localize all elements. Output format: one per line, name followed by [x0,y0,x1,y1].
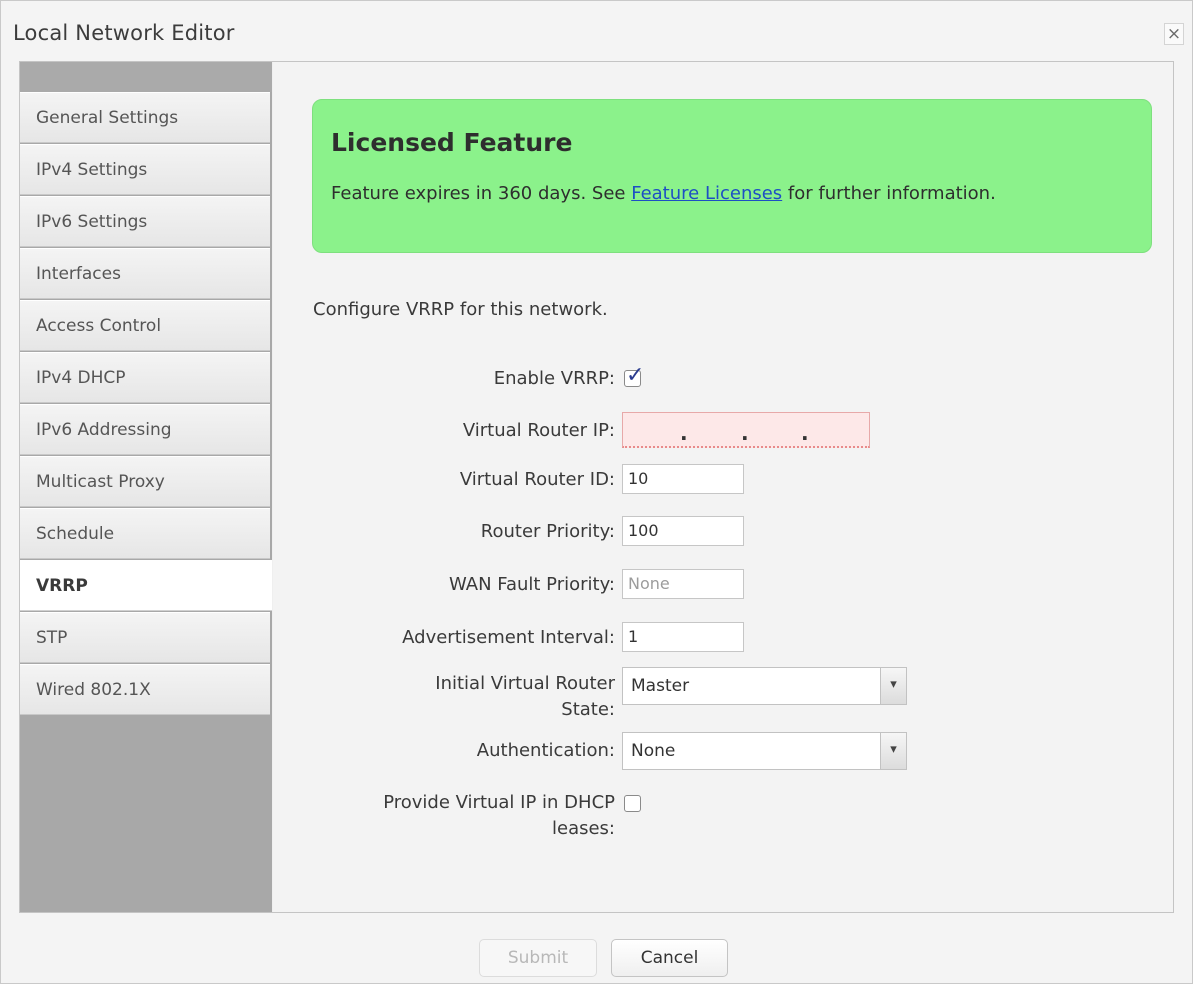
sidebar: General Settings IPv4 Settings IPv6 Sett… [20,62,272,912]
license-title: Licensed Feature [331,128,573,157]
sidebar-item-ipv6-settings[interactable]: IPv6 Settings [20,196,270,247]
ip-separator: . [741,421,749,445]
intro-text: Configure VRRP for this network. [313,299,608,320]
license-text: Feature expires in 360 days. See Feature… [331,180,1121,208]
close-icon[interactable]: × [1164,23,1184,45]
initial-state-label: Initial Virtual Router State: [435,671,615,723]
dialog-titlebar: Local Network Editor × [1,1,1192,61]
initial-state-label-line2: State: [561,699,615,720]
dialog-footer: Submit Cancel [1,915,1192,985]
authentication-label: Authentication: [476,740,615,761]
license-text-after: for further information. [782,183,996,204]
chevron-down-icon: ▾ [880,733,906,769]
submit-button[interactable]: Submit [479,939,597,977]
sidebar-header [20,62,272,92]
feature-licenses-link[interactable]: Feature Licenses [631,183,782,204]
ip-separator: . [680,421,688,445]
dialog-title: Local Network Editor [13,21,235,45]
sidebar-item-ipv6-addressing[interactable]: IPv6 Addressing [20,404,270,455]
virtual-router-id-input[interactable]: 10 [622,464,744,494]
ip-separator: . [801,421,809,445]
enable-vrrp-checkbox[interactable]: ✓ [624,363,644,388]
cancel-button[interactable]: Cancel [611,939,728,977]
checkmark-icon: ✓ [626,363,645,388]
local-network-editor-dialog: Local Network Editor × General Settings … [0,0,1193,984]
virtual-router-id-label: Virtual Router ID: [459,469,615,490]
authentication-value: None [631,741,676,761]
router-priority-label: Router Priority: [480,521,615,542]
license-text-before: Feature expires in 360 days. See [331,183,632,204]
dialog-body: General Settings IPv4 Settings IPv6 Sett… [19,61,1174,913]
advertisement-interval-input[interactable]: 1 [622,622,744,652]
provide-virtual-ip-label-line2: leases: [552,818,615,839]
sidebar-item-interfaces[interactable]: Interfaces [20,248,270,299]
vrrp-panel: Licensed Feature Feature expires in 360 … [273,62,1173,912]
wan-fault-priority-label: WAN Fault Priority: [448,574,615,595]
virtual-router-ip-input[interactable]: . . . [622,412,870,448]
virtual-router-ip-label: Virtual Router IP: [462,420,615,441]
sidebar-item-access-control[interactable]: Access Control [20,300,270,351]
provide-virtual-ip-checkbox[interactable] [624,795,641,812]
sidebar-item-wired-8021x[interactable]: Wired 802.1X [20,664,270,715]
sidebar-item-stp[interactable]: STP [20,612,270,663]
advertisement-interval-label: Advertisement Interval: [402,627,615,648]
sidebar-item-general-settings[interactable]: General Settings [20,92,270,143]
initial-state-value: Master [631,676,690,696]
router-priority-input[interactable]: 100 [622,516,744,546]
initial-state-select[interactable]: Master ▾ [622,667,907,705]
provide-virtual-ip-label: Provide Virtual IP in DHCP leases: [383,790,615,842]
wan-fault-priority-input[interactable]: None [622,569,744,599]
enable-vrrp-label: Enable VRRP: [493,368,615,389]
sidebar-item-ipv4-settings[interactable]: IPv4 Settings [20,144,270,195]
sidebar-item-schedule[interactable]: Schedule [20,508,270,559]
licensed-feature-banner: Licensed Feature Feature expires in 360 … [312,99,1152,253]
sidebar-item-vrrp[interactable]: VRRP [20,560,272,611]
sidebar-item-multicast-proxy[interactable]: Multicast Proxy [20,456,270,507]
authentication-select[interactable]: None ▾ [622,732,907,770]
provide-virtual-ip-label-line1: Provide Virtual IP in DHCP [383,792,615,813]
sidebar-item-ipv4-dhcp[interactable]: IPv4 DHCP [20,352,270,403]
initial-state-label-line1: Initial Virtual Router [435,673,615,694]
chevron-down-icon: ▾ [880,668,906,704]
